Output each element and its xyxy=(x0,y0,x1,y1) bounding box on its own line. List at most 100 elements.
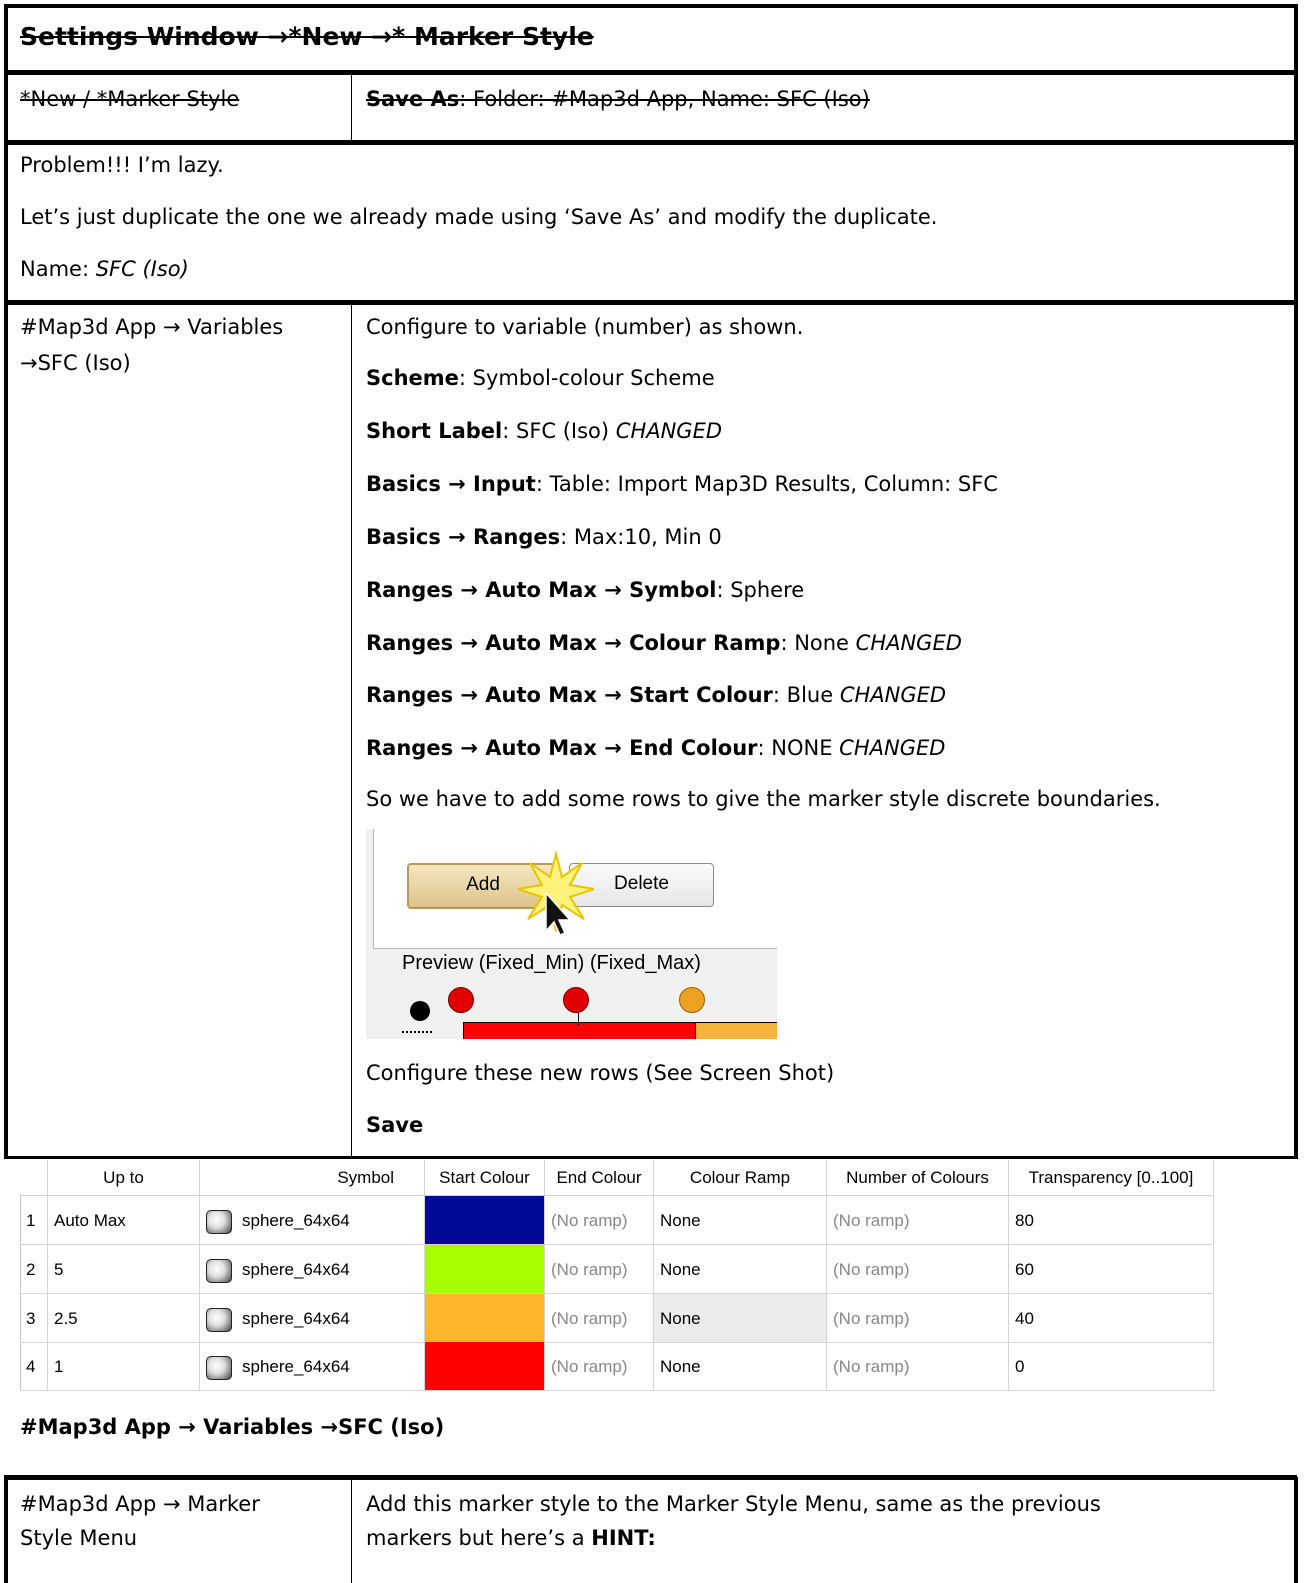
frame-right xyxy=(1294,1477,1298,1583)
grid-column-header[interactable]: Symbol xyxy=(200,1160,425,1196)
frame-left xyxy=(4,1477,8,1583)
symbol-name: sphere_64x64 xyxy=(242,1309,350,1328)
intro-name: Name: SFC (Iso) xyxy=(20,256,189,282)
grid-column-header[interactable]: Start Colour xyxy=(425,1160,545,1196)
add-delete-screenshot: Add Delete Preview (Fixed_Min) (Fixed_Ma… xyxy=(366,829,777,1039)
colour-ramp-cell[interactable]: None xyxy=(654,1294,827,1343)
symbol-name: sphere_64x64 xyxy=(242,1211,350,1230)
config-item-label: Ranges → Auto Max → End Colour xyxy=(366,736,758,760)
colour-ramp-cell[interactable]: None xyxy=(654,1342,827,1391)
grid-column-header[interactable]: Colour Ramp xyxy=(654,1160,827,1196)
config-item-value: : NONE xyxy=(757,736,840,760)
range-rows-grid: Up to Symbol Start Colour End Colour Colour … xyxy=(20,1160,1214,1391)
config-item: Ranges → Auto Max → End Colour: NONE CHA… xyxy=(366,735,945,761)
end-colour-cell[interactable]: (No ramp) xyxy=(545,1196,654,1245)
footer-hint-prefix: markers but here’s a xyxy=(366,1526,592,1550)
symbol-cell[interactable]: sphere_64x64 xyxy=(200,1196,425,1245)
config-item: Short Label: SFC (Iso) CHANGED xyxy=(366,418,722,444)
preview-orange-dot xyxy=(679,987,705,1013)
intro-duplicate: Let’s just duplicate the one we already … xyxy=(20,205,938,229)
symbol-name: sphere_64x64 xyxy=(242,1357,350,1376)
preview-orange-bar xyxy=(695,1022,777,1039)
start-colour-swatch[interactable] xyxy=(425,1196,545,1245)
number-of-colours-cell[interactable]: (No ramp) xyxy=(827,1196,1009,1245)
config-item-label: Scheme xyxy=(366,366,459,390)
start-colour-swatch[interactable] xyxy=(425,1245,545,1294)
start-colour-swatch[interactable] xyxy=(425,1342,545,1391)
config-item-value: : SFC (Iso) xyxy=(502,419,616,443)
transparency-cell[interactable]: 60 xyxy=(1009,1245,1214,1294)
sphere-icon xyxy=(206,1307,232,1332)
end-colour-cell[interactable]: (No ramp) xyxy=(545,1294,654,1343)
column-divider xyxy=(351,1480,352,1583)
config-item-label: Ranges → Auto Max → Colour Ramp xyxy=(366,631,781,655)
click-burst-icon xyxy=(517,850,595,936)
config-item-label: Ranges → Auto Max → Start Colour xyxy=(366,683,773,707)
colour-ramp-cell[interactable]: None xyxy=(654,1196,827,1245)
row-number: 4 xyxy=(20,1342,48,1391)
column-divider xyxy=(351,75,352,140)
up-to-cell[interactable]: 1 xyxy=(48,1342,200,1391)
save-as-instruction: Save As: Folder: #Map3d App, Name: SFC (… xyxy=(366,86,870,112)
sphere-icon xyxy=(206,1258,232,1283)
grid-column-header[interactable]: Number of Colours xyxy=(827,1160,1009,1196)
rule xyxy=(4,300,1297,305)
row-number: 2 xyxy=(20,1245,48,1294)
config-item-value: : Sphere xyxy=(716,578,805,602)
footer-path-line1: #Map3d App → Marker xyxy=(20,1492,260,1516)
symbol-cell[interactable]: sphere_64x64 xyxy=(200,1294,425,1343)
grid-column-header[interactable]: Up to xyxy=(48,1160,200,1196)
name-value: SFC (Iso) xyxy=(95,257,189,281)
up-to-cell[interactable]: Auto Max xyxy=(48,1196,200,1245)
start-colour-swatch[interactable] xyxy=(425,1294,545,1343)
config-item-value: : Blue xyxy=(772,683,840,707)
name-label: Name: xyxy=(20,257,96,281)
config-item: Basics → Input: Table: Import Map3D Resu… xyxy=(366,471,998,497)
colour-ramp-cell[interactable]: None xyxy=(654,1245,827,1294)
number-of-colours-cell[interactable]: (No ramp) xyxy=(827,1294,1009,1343)
preview-label: Preview (Fixed_Min) (Fixed_Max) xyxy=(402,952,701,974)
config-item-label: Basics → Input xyxy=(366,472,536,496)
transparency-cell[interactable]: 80 xyxy=(1009,1196,1214,1245)
config-item-value: : Table: Import Map3D Results, Column: S… xyxy=(535,472,998,496)
config-item-note: CHANGED xyxy=(855,631,962,655)
page-title: Settings Window →*New →* Marker Style xyxy=(20,22,594,51)
grid-column-header[interactable]: Transparency [0..100] xyxy=(1009,1160,1214,1196)
grid-column-header[interactable]: End Colour xyxy=(545,1160,654,1196)
preview-tick xyxy=(578,1013,579,1025)
grid-corner xyxy=(20,1160,48,1196)
save-as-value: : Folder: #Map3d App, Name: SFC (Iso) xyxy=(459,87,870,111)
transparency-cell[interactable]: 40 xyxy=(1009,1294,1214,1343)
config-intro: Configure to variable (number) as shown. xyxy=(366,315,804,339)
symbol-cell[interactable]: sphere_64x64 xyxy=(200,1342,425,1391)
config-path-line2: →SFC (Iso) xyxy=(20,351,131,375)
symbol-cell[interactable]: sphere_64x64 xyxy=(200,1245,425,1294)
config-item-label: Ranges → Auto Max → Symbol xyxy=(366,578,717,602)
up-to-cell[interactable]: 5 xyxy=(48,1245,200,1294)
end-colour-cell[interactable]: (No ramp) xyxy=(545,1245,654,1294)
footer-path-line2: Style Menu xyxy=(20,1526,138,1550)
number-of-colours-cell[interactable]: (No ramp) xyxy=(827,1342,1009,1391)
save-as-section-label: *New / *Marker Style xyxy=(20,87,240,111)
config-item: Ranges → Auto Max → Colour Ramp: None CH… xyxy=(366,630,962,656)
end-colour-cell[interactable]: (No ramp) xyxy=(545,1342,654,1391)
config-item-note: CHANGED xyxy=(839,736,946,760)
preview-red-dot xyxy=(563,987,589,1013)
up-to-cell[interactable]: 2.5 xyxy=(48,1294,200,1343)
config-item-value: : None xyxy=(780,631,856,655)
row-number: 3 xyxy=(20,1294,48,1343)
frame-left xyxy=(4,4,8,1159)
intro-problem: Problem!!! I’m lazy. xyxy=(20,153,224,177)
config-item-label: Basics → Ranges xyxy=(366,525,561,549)
config-item-label: Short Label xyxy=(366,419,503,443)
preview-null-label xyxy=(402,1031,432,1035)
sphere-icon xyxy=(206,1209,232,1234)
save-as-label: Save As xyxy=(366,87,460,111)
transparency-cell[interactable]: 0 xyxy=(1009,1342,1214,1391)
config-item: Ranges → Auto Max → Start Colour: Blue C… xyxy=(366,682,946,708)
column-divider xyxy=(351,305,352,1156)
config-item: Scheme: Symbol-colour Scheme xyxy=(366,365,715,391)
config-item-value: : Symbol-colour Scheme xyxy=(458,366,715,390)
symbol-name: sphere_64x64 xyxy=(242,1260,350,1279)
number-of-colours-cell[interactable]: (No ramp) xyxy=(827,1245,1009,1294)
